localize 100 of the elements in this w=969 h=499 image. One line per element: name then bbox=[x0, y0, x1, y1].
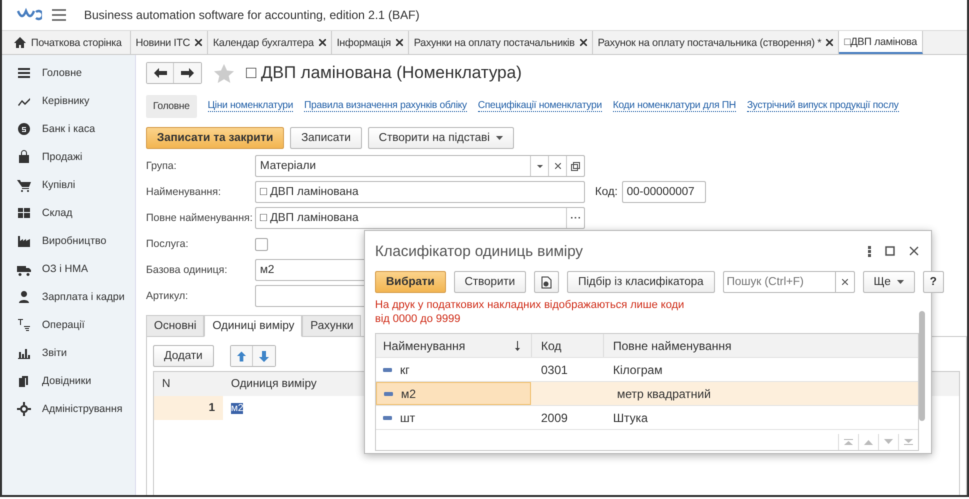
sidebar-item[interactable]: ОЗ і НМА bbox=[2, 255, 135, 283]
field-label: Повне найменування: bbox=[146, 212, 254, 224]
forward-button[interactable] bbox=[174, 63, 201, 83]
checkbox[interactable] bbox=[255, 238, 268, 250]
save-close-button[interactable]: Записати та закрити bbox=[146, 127, 284, 149]
code-field[interactable]: 00-00000007 bbox=[622, 181, 706, 203]
person-icon bbox=[17, 290, 31, 304]
close-icon[interactable] bbox=[318, 39, 326, 46]
column-header[interactable]: Найменування bbox=[376, 338, 531, 352]
help-button[interactable]: ? bbox=[922, 271, 944, 293]
section-link[interactable]: Ціни номенклатури bbox=[208, 100, 294, 112]
move-down-button[interactable] bbox=[252, 346, 275, 366]
sidebar-item[interactable]: Головне bbox=[2, 59, 135, 87]
arrow-down-icon bbox=[258, 350, 269, 362]
sidebar-label: Звіти bbox=[42, 347, 67, 359]
sidebar-item[interactable]: Зарплата і кадри bbox=[2, 283, 135, 311]
column-header[interactable]: Код bbox=[531, 334, 603, 357]
warning-text: На друк у податкових накладних відображаються лише коди від 0000 до 9999 bbox=[375, 298, 685, 326]
full-name-field[interactable]: □ ДВП ламінована bbox=[255, 207, 585, 229]
sidebar-label: Керівнику bbox=[42, 95, 90, 107]
app-title: Business automation software for accounting, edition 2.1 (BAF) bbox=[84, 8, 420, 22]
group-field[interactable]: Матеріали bbox=[255, 155, 585, 177]
sidebar-item[interactable]: Операції bbox=[2, 311, 135, 339]
close-icon[interactable] bbox=[909, 246, 919, 256]
choose-button[interactable]: Вибрати bbox=[375, 271, 446, 293]
arrow-left-icon bbox=[154, 68, 166, 78]
sidebar-item[interactable]: Купівлі bbox=[2, 171, 135, 199]
clear-button[interactable] bbox=[834, 271, 855, 293]
tab[interactable]: Одиниці виміру bbox=[204, 315, 302, 337]
menu-icon[interactable] bbox=[52, 9, 66, 21]
move-up-button[interactable] bbox=[230, 346, 253, 366]
caret-icon bbox=[496, 136, 503, 140]
sidebar-label: Продажі bbox=[42, 151, 82, 163]
field-label: Найменування: bbox=[146, 186, 222, 198]
table-cell[interactable]: м2 bbox=[231, 403, 244, 414]
sidebar-item[interactable]: Виробництво bbox=[2, 227, 135, 255]
add-button[interactable]: Додати bbox=[153, 345, 214, 367]
sidebar-label: Адміністрування bbox=[42, 403, 122, 415]
print-button[interactable] bbox=[534, 271, 560, 293]
item-icon bbox=[383, 416, 392, 420]
scrollbar[interactable] bbox=[919, 311, 925, 421]
table-cell: шт bbox=[400, 410, 416, 424]
close-icon bbox=[554, 163, 560, 169]
tab[interactable]: Основні bbox=[146, 315, 204, 337]
sidebar-item[interactable]: Адміністрування bbox=[2, 395, 135, 423]
menu-icon bbox=[17, 66, 31, 80]
form-title: □ ДВП ламінована (Номенклатура) bbox=[246, 63, 522, 83]
star-icon[interactable] bbox=[214, 64, 234, 82]
sidebar-item[interactable]: Продажі bbox=[2, 143, 135, 171]
create-button[interactable]: Створити bbox=[454, 271, 526, 293]
tab-label: Новини ІТС bbox=[136, 36, 190, 48]
back-button[interactable] bbox=[147, 63, 174, 83]
close-icon bbox=[842, 279, 848, 285]
sidebar-item[interactable]: Склад bbox=[2, 199, 135, 227]
table-cell: кг bbox=[400, 362, 410, 376]
sidebar-item[interactable]: Довідники bbox=[2, 367, 135, 395]
tab[interactable]: □ДВП ламінова bbox=[839, 31, 924, 54]
cart-icon bbox=[17, 178, 31, 192]
open-window-icon bbox=[571, 162, 580, 170]
field-label: Група: bbox=[146, 160, 178, 172]
tab[interactable]: Рахунки bbox=[302, 315, 362, 337]
sidebar-item[interactable]: Банк і каса bbox=[2, 115, 135, 143]
column-header[interactable]: Повне найменування bbox=[603, 334, 918, 357]
tab-label: Початкова сторінка bbox=[31, 36, 122, 48]
bar-chart-icon bbox=[17, 346, 31, 360]
table-row[interactable]: м2 метр квадратний bbox=[376, 382, 918, 406]
section-link[interactable]: Коди номенклатури для ПН bbox=[612, 100, 736, 112]
close-icon[interactable] bbox=[826, 39, 834, 46]
books-icon bbox=[17, 374, 31, 388]
section-link[interactable]: Правила визначення рахунків обліку bbox=[304, 100, 467, 112]
dialog-title: Класифікатор одиниць виміру bbox=[375, 242, 583, 260]
sidebar-label: Головне bbox=[42, 67, 82, 79]
close-icon[interactable] bbox=[396, 39, 403, 46]
section-link[interactable]: Специфікації номенклатури bbox=[478, 100, 602, 112]
section-link[interactable]: Зустрічний випуск продукції послу bbox=[746, 100, 899, 112]
field-label: Послуга: bbox=[146, 238, 190, 250]
tab[interactable]: Рахунок на оплату постачальника (створення) * bbox=[592, 31, 840, 54]
save-button[interactable]: Записати bbox=[290, 127, 362, 149]
table-row[interactable]: шт 2009 Штука bbox=[376, 406, 918, 430]
tab-label: Рахунки на оплату постачальників bbox=[414, 36, 575, 48]
column-header: N bbox=[161, 378, 172, 390]
table-cell: 1 bbox=[154, 396, 223, 420]
pick-button[interactable]: Підбір із класифікатора bbox=[567, 271, 715, 293]
maximize-icon[interactable] bbox=[885, 246, 895, 256]
search-field[interactable]: Пошук (Ctrl+F) bbox=[722, 271, 835, 293]
sidebar-label: Банк і каса bbox=[42, 123, 96, 135]
create-based-button[interactable]: Створити на підставі bbox=[368, 127, 514, 149]
tab[interactable]: Інформація bbox=[332, 31, 409, 54]
table-cell: 2009 bbox=[541, 410, 568, 424]
sidebar-item[interactable]: Керівнику bbox=[2, 87, 135, 115]
section-tab[interactable]: Головне bbox=[146, 94, 197, 118]
sidebar-label: ОЗ і НМА bbox=[42, 263, 88, 275]
sidebar-item[interactable]: Звіти bbox=[2, 339, 135, 367]
name-field[interactable]: □ ДВП ламінована bbox=[255, 181, 585, 203]
more-button[interactable]: Ще bbox=[862, 271, 915, 293]
tab[interactable]: Новини ІТС bbox=[130, 31, 208, 54]
more-menu-icon[interactable] bbox=[868, 246, 871, 256]
close-icon[interactable] bbox=[580, 39, 587, 46]
close-icon[interactable] bbox=[195, 39, 202, 46]
arrow-up-icon bbox=[236, 350, 246, 362]
